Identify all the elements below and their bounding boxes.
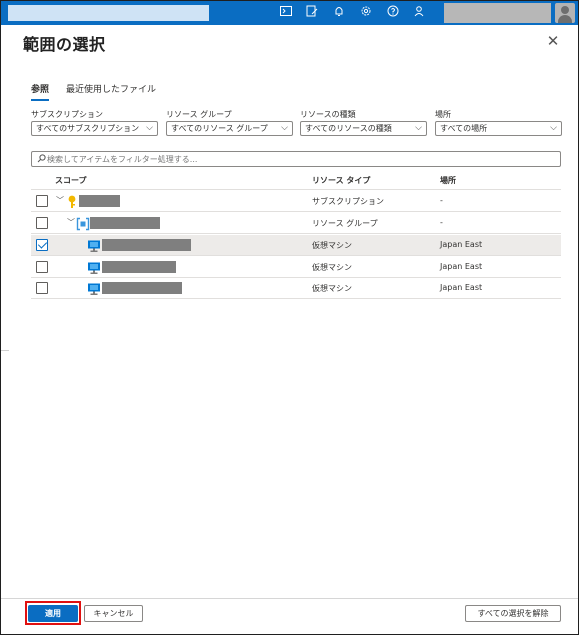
tab-recent[interactable]: 最近使用したファイル xyxy=(66,82,156,95)
location-dropdown[interactable]: すべての場所 ⌵ xyxy=(435,121,562,136)
resource-type-filter-label: リソースの種類 xyxy=(300,110,356,119)
location-cell: Japan East xyxy=(440,262,483,271)
bell-icon[interactable] xyxy=(331,5,347,21)
resource-type-cell: 仮想マシン xyxy=(312,284,352,293)
key-icon xyxy=(67,194,79,208)
subscription-dropdown-value: すべてのサブスクリプション xyxy=(36,124,140,133)
tab-browse[interactable]: 参照 xyxy=(31,82,50,101)
person-feedback-icon[interactable] xyxy=(412,5,428,21)
resource-type-dropdown-value: すべてのリソースの種類 xyxy=(305,124,392,133)
avatar[interactable] xyxy=(555,3,575,23)
scope-name-redacted xyxy=(90,217,160,229)
clear-selection-button[interactable]: すべての選択を解除 xyxy=(465,605,561,622)
apply-button-highlight xyxy=(25,601,81,625)
table-row[interactable]: 仮想マシン Japan East xyxy=(31,257,561,278)
gear-icon[interactable] xyxy=(358,5,374,21)
chevron-down-icon[interactable]: ﹀ xyxy=(56,195,64,207)
chevron-down-icon[interactable]: ﹀ xyxy=(67,217,75,229)
help-icon[interactable] xyxy=(385,5,401,21)
row-checkbox[interactable] xyxy=(36,195,48,207)
virtual-machine-icon xyxy=(87,238,101,252)
chevron-down-icon: ⌵ xyxy=(550,123,557,133)
divider xyxy=(1,350,9,351)
scope-name-redacted xyxy=(102,239,191,251)
resource-group-filter-label: リソース グループ xyxy=(166,110,232,119)
location-cell: Japan East xyxy=(440,283,483,292)
row-checkbox[interactable] xyxy=(36,239,48,251)
resource-type-dropdown[interactable]: すべてのリソースの種類 ⌵ xyxy=(300,121,427,136)
virtual-machine-icon xyxy=(87,260,101,274)
terminal-icon[interactable] xyxy=(278,5,294,21)
location-dropdown-value: すべての場所 xyxy=(440,124,488,133)
resource-type-cell: 仮想マシン xyxy=(312,241,352,250)
global-search-box[interactable] xyxy=(8,5,209,21)
resource-group-dropdown-value: すべてのリソース グループ xyxy=(171,124,268,133)
location-cell: - xyxy=(440,218,443,227)
grid-header: スコープ リソース タイプ 場所 xyxy=(31,171,561,190)
resource-type-cell: リソース グループ xyxy=(312,219,378,228)
cancel-button[interactable]: キャンセル xyxy=(84,605,143,622)
resource-type-cell: サブスクリプション xyxy=(312,197,384,206)
scope-name-redacted xyxy=(79,195,120,207)
scope-name-redacted xyxy=(102,261,176,273)
row-checkbox[interactable] xyxy=(36,261,48,273)
dialog-frame xyxy=(0,0,579,635)
location-filter-label: 場所 xyxy=(435,110,451,119)
table-row[interactable]: ﹀ リソース グループ - xyxy=(31,213,561,234)
subscription-dropdown[interactable]: すべてのサブスクリプション ⌵ xyxy=(31,121,158,136)
column-header-location[interactable]: 場所 xyxy=(440,175,456,186)
top-bar xyxy=(1,1,578,25)
chevron-down-icon: ⌵ xyxy=(146,123,153,133)
chevron-down-icon: ⌵ xyxy=(281,123,288,133)
resource-type-cell: 仮想マシン xyxy=(312,263,352,272)
location-cell: Japan East xyxy=(440,240,483,249)
resource-group-icon xyxy=(76,216,90,231)
column-header-scope[interactable]: スコープ xyxy=(55,175,87,186)
table-row[interactable]: 仮想マシン Japan East xyxy=(31,278,561,299)
close-icon[interactable]: ✕ xyxy=(545,33,561,49)
scope-name-redacted xyxy=(102,282,182,294)
feedback-icon[interactable] xyxy=(304,5,320,21)
row-checkbox[interactable] xyxy=(36,282,48,294)
table-row[interactable]: ﹀ サブスクリプション - xyxy=(31,191,561,212)
location-cell: - xyxy=(440,196,443,205)
search-icon xyxy=(37,154,46,166)
chevron-down-icon: ⌵ xyxy=(415,123,422,133)
table-row[interactable]: 仮想マシン Japan East xyxy=(31,235,561,256)
footer-divider xyxy=(1,598,578,599)
subscription-filter-label: サブスクリプション xyxy=(31,110,103,119)
search-field[interactable] xyxy=(31,151,561,167)
search-input[interactable] xyxy=(47,152,547,166)
account-name[interactable] xyxy=(444,3,551,23)
page-title: 範囲の選択 xyxy=(23,35,106,54)
column-header-resource-type[interactable]: リソース タイプ xyxy=(312,175,370,186)
resource-group-dropdown[interactable]: すべてのリソース グループ ⌵ xyxy=(166,121,293,136)
row-checkbox[interactable] xyxy=(36,217,48,229)
virtual-machine-icon xyxy=(87,281,101,295)
